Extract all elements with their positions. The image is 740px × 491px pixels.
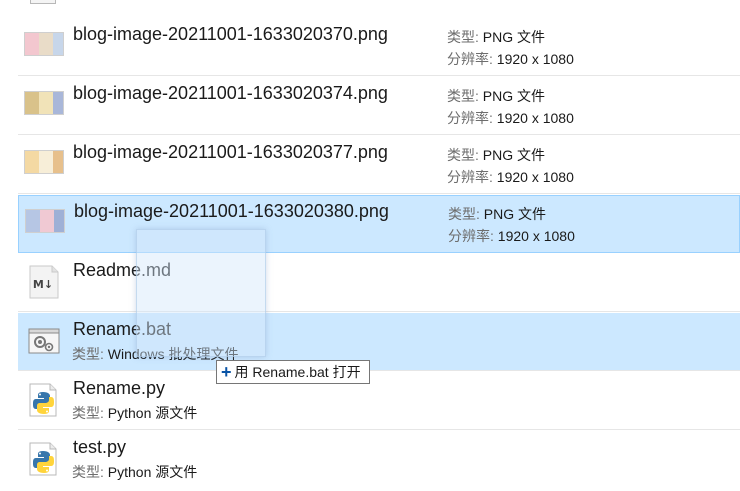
image-thumbnail-icon (24, 91, 64, 115)
file-type: 类型: PNG 文件 (448, 206, 547, 222)
partial-file-icon (30, 0, 56, 4)
file-row-drop-target[interactable]: Rename.bat 类型: Windows 批处理文件 (18, 313, 740, 371)
file-row-selected[interactable]: blog-image-20211001-1633020380.png 类型: P… (18, 195, 740, 253)
file-resolution: 分辨率: 1920 x 1080 (447, 169, 574, 185)
file-type: 类型: PNG 文件 (447, 88, 546, 104)
svg-text:M↓: M↓ (33, 278, 53, 291)
file-resolution: 分辨率: 1920 x 1080 (447, 51, 574, 67)
file-name: Rename.py (73, 378, 166, 398)
file-row[interactable]: blog-image-20211001-1633020374.png 类型: P… (18, 77, 740, 135)
drop-tooltip: + 用 Rename.bat 打开 (216, 360, 370, 384)
file-list: blog-image-20211001-1633020370.png 类型: P… (18, 0, 740, 491)
python-file-icon (29, 383, 57, 417)
file-type: 类型: Python 源文件 (72, 464, 198, 480)
file-row[interactable]: Rename.py 类型: Python 源文件 (18, 372, 740, 430)
drag-preview (136, 229, 266, 357)
image-thumbnail-icon (24, 150, 64, 174)
file-row[interactable]: M↓ Readme.md (18, 254, 740, 312)
file-row[interactable]: test.py 类型: Python 源文件 (18, 431, 740, 489)
image-thumbnail-icon (24, 32, 64, 56)
file-resolution: 分辨率: 1920 x 1080 (448, 228, 575, 244)
file-type: 类型: PNG 文件 (447, 147, 546, 163)
batch-file-icon (28, 328, 60, 354)
file-name: blog-image-20211001-1633020380.png (74, 201, 389, 221)
python-file-icon (29, 442, 57, 476)
file-name: blog-image-20211001-1633020377.png (73, 142, 388, 162)
file-name: test.py (73, 437, 127, 457)
file-name: blog-image-20211001-1633020374.png (73, 83, 388, 103)
image-thumbnail-icon (25, 209, 65, 233)
file-row[interactable]: blog-image-20211001-1633020370.png 类型: P… (18, 18, 740, 76)
file-row[interactable]: blog-image-20211001-1633020377.png 类型: P… (18, 136, 740, 194)
plus-icon: + (221, 362, 232, 382)
file-name: blog-image-20211001-1633020370.png (73, 24, 388, 44)
file-resolution: 分辨率: 1920 x 1080 (447, 110, 574, 126)
markdown-file-icon: M↓ (29, 265, 59, 299)
drop-tooltip-text: 用 Rename.bat 打开 (234, 364, 361, 380)
file-type: 类型: PNG 文件 (447, 29, 546, 45)
file-type: 类型: Python 源文件 (72, 405, 198, 421)
